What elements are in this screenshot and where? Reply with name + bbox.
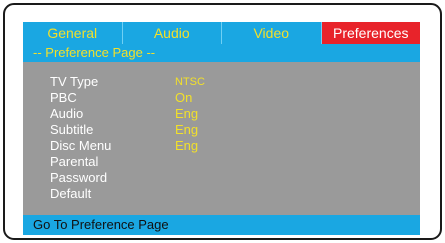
tab-audio[interactable]: Audio	[122, 22, 222, 44]
menu-tabs: General Audio Video Preferences	[23, 22, 420, 44]
page-title: -- Preference Page --	[23, 44, 420, 62]
setting-row-pbc[interactable]: PBC On	[50, 90, 300, 106]
setting-row-default[interactable]: Default	[50, 186, 300, 202]
setting-value: Eng	[175, 106, 199, 121]
setting-label: Password	[50, 170, 108, 185]
setting-label: Parental	[50, 154, 99, 169]
setup-menu-panel: General Audio Video Preferences -- Prefe…	[23, 22, 420, 235]
setting-row-password[interactable]: Password	[50, 170, 300, 186]
setting-value: NTSC	[175, 76, 205, 88]
setting-row-disc-menu[interactable]: Disc Menu Eng	[50, 138, 300, 154]
setting-row-parental[interactable]: Parental	[50, 154, 300, 170]
setting-label: Default	[50, 186, 92, 201]
setting-value: Eng	[175, 122, 199, 137]
osd-frame: General Audio Video Preferences -- Prefe…	[3, 3, 442, 240]
setting-value: Eng	[175, 138, 199, 153]
setting-label: PBC	[50, 90, 77, 105]
setting-label: TV Type	[50, 74, 99, 89]
tab-general[interactable]: General	[23, 22, 123, 44]
setting-label: Subtitle	[50, 122, 94, 137]
setting-value: On	[175, 90, 193, 105]
tab-video[interactable]: Video	[222, 22, 322, 44]
setting-label: Disc Menu	[50, 138, 112, 153]
status-bar: Go To Preference Page	[23, 215, 420, 235]
setting-row-subtitle[interactable]: Subtitle Eng	[50, 122, 300, 138]
setting-label: Audio	[50, 106, 84, 121]
setting-row-tv-type[interactable]: TV Type NTSC	[50, 74, 300, 90]
tab-preferences[interactable]: Preferences	[321, 22, 420, 44]
settings-list: TV Type NTSC PBC On Audio Eng Subtitle E…	[50, 74, 300, 202]
setting-row-audio[interactable]: Audio Eng	[50, 106, 300, 122]
